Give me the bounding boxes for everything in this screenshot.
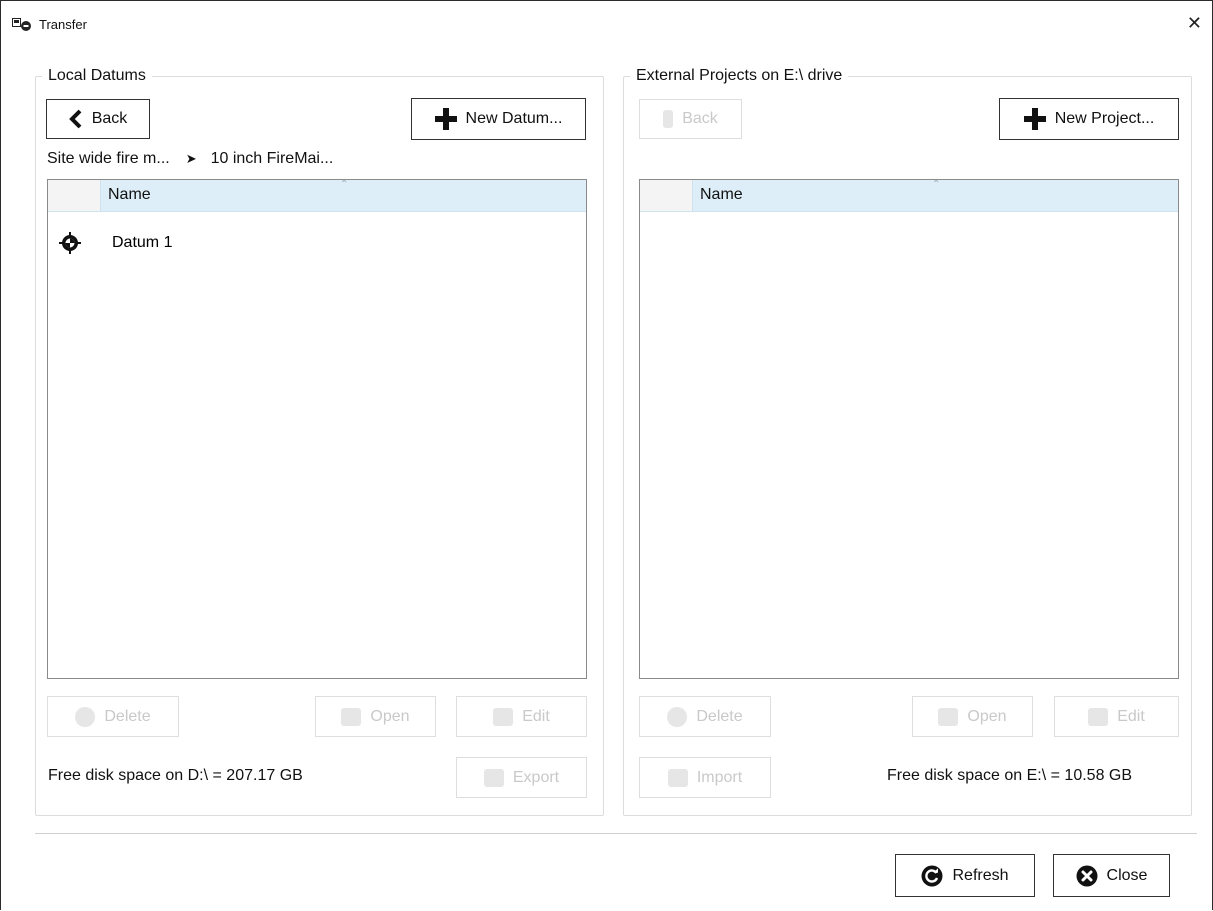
refresh-button[interactable]: Refresh <box>895 854 1035 897</box>
right-open-button[interactable]: Open <box>912 696 1033 737</box>
left-edit-button[interactable]: Edit <box>456 696 587 737</box>
left-edit-label: Edit <box>522 707 550 725</box>
folder-icon <box>341 707 362 726</box>
left-back-button[interactable]: Back <box>46 99 150 139</box>
export-button[interactable]: Export <box>456 757 587 798</box>
import-icon <box>667 768 688 787</box>
export-label: Export <box>512 768 560 786</box>
refresh-icon <box>921 865 943 886</box>
close-button[interactable]: Close <box>1053 854 1170 897</box>
right-edit-label: Edit <box>1117 707 1145 725</box>
new-project-label: New Project... <box>1054 110 1155 127</box>
sort-indicator-icon: ⌃ <box>932 179 941 190</box>
transfer-dialog: Transfer ✕ Local Datums Back New Datum..… <box>0 0 1213 910</box>
list-header-spacer <box>48 180 101 211</box>
chevron-left-icon <box>663 110 674 128</box>
edit-icon <box>1088 707 1109 726</box>
transfer-app-icon <box>12 18 31 31</box>
breadcrumb-item[interactable]: Site wide fire m... <box>47 150 170 167</box>
window-title: Transfer <box>39 17 87 32</box>
external-projects-list[interactable]: Name ⌃ <box>639 179 1179 679</box>
list-header-spacer <box>640 180 693 211</box>
folder-icon <box>938 707 959 726</box>
delete-icon <box>667 706 688 727</box>
list-header: Name ⌃ <box>640 179 1178 212</box>
window-close-icon[interactable]: ✕ <box>1187 13 1202 33</box>
local-disk-space: Free disk space on D:\ = 207.17 GB <box>48 767 303 784</box>
title-bar: Transfer ✕ <box>1 1 1212 35</box>
right-delete-button[interactable]: Delete <box>639 696 771 737</box>
left-back-label: Back <box>91 110 128 127</box>
plus-icon <box>434 108 457 130</box>
footer-divider <box>35 833 1197 834</box>
left-delete-label: Delete <box>104 707 151 725</box>
new-project-button[interactable]: New Project... <box>999 98 1179 140</box>
edit-icon <box>493 707 514 726</box>
left-delete-button[interactable]: Delete <box>47 696 179 737</box>
list-item[interactable]: Datum 1 <box>48 228 586 258</box>
export-icon <box>483 768 504 787</box>
right-edit-button[interactable]: Edit <box>1054 696 1179 737</box>
breadcrumb-arrow-icon: ➤ <box>185 151 197 166</box>
close-label: Close <box>1106 866 1148 884</box>
list-header: Name ⌃ <box>48 179 586 212</box>
breadcrumb: Site wide fire m... ➤ 10 inch FireMai... <box>47 150 333 168</box>
import-button[interactable]: Import <box>639 757 771 798</box>
close-circle-icon <box>1076 865 1098 886</box>
chevron-left-icon <box>68 109 82 129</box>
plus-icon <box>1023 108 1046 130</box>
column-header-name[interactable]: Name <box>700 186 743 204</box>
left-open-button[interactable]: Open <box>315 696 436 737</box>
list-item-label: Datum 1 <box>112 234 173 251</box>
delete-icon <box>75 706 96 727</box>
group-title-local: Local Datums <box>42 66 152 86</box>
right-back-label: Back <box>682 110 718 127</box>
new-datum-button[interactable]: New Datum... <box>411 98 586 140</box>
right-delete-label: Delete <box>696 707 743 725</box>
external-disk-space: Free disk space on E:\ = 10.58 GB <box>887 767 1133 784</box>
crosshair-icon <box>59 232 81 254</box>
left-open-label: Open <box>370 707 410 725</box>
breadcrumb-item[interactable]: 10 inch FireMai... <box>211 150 334 167</box>
right-back-button[interactable]: Back <box>639 99 742 139</box>
local-datums-list[interactable]: Name ⌃ Datum 1 <box>47 179 587 679</box>
import-label: Import <box>696 768 743 786</box>
refresh-label: Refresh <box>952 866 1009 884</box>
right-open-label: Open <box>967 707 1007 725</box>
group-title-external: External Projects on E:\ drive <box>630 66 849 86</box>
sort-indicator-icon: ⌃ <box>340 179 349 190</box>
column-header-name[interactable]: Name <box>108 186 151 204</box>
new-datum-label: New Datum... <box>465 110 563 127</box>
